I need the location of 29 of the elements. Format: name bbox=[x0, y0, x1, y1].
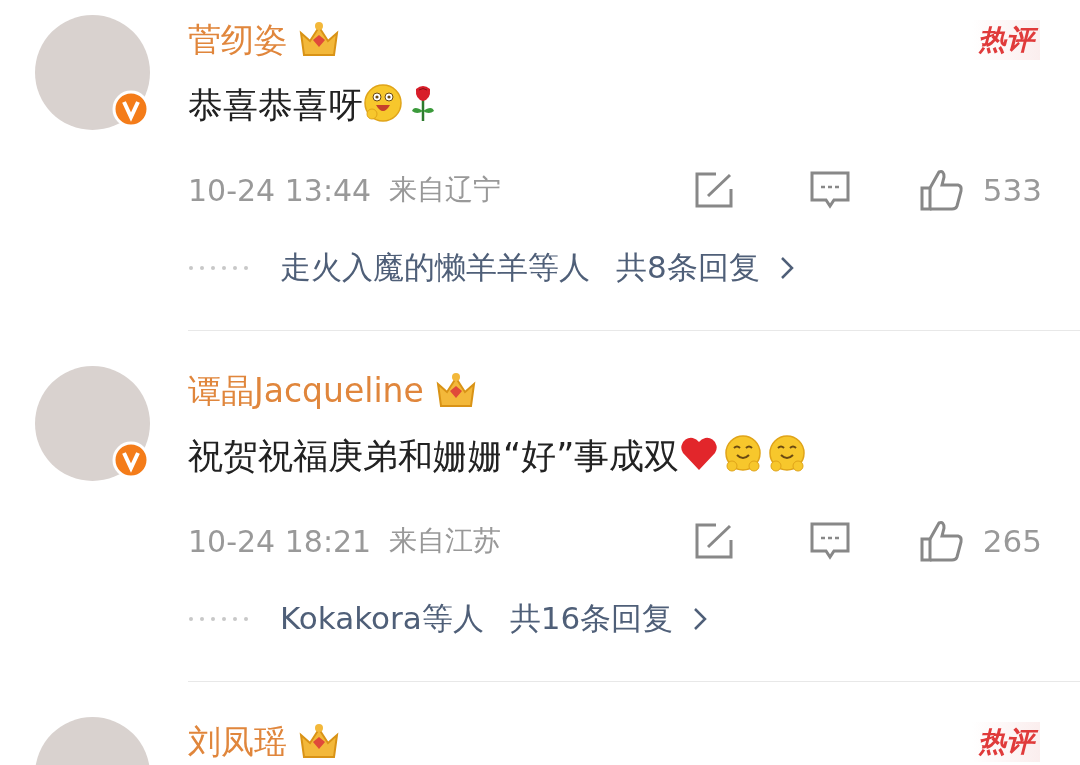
heart-icon bbox=[679, 436, 720, 472]
timestamp: 10-24 18:21 bbox=[188, 523, 372, 559]
ellipsis-icon bbox=[188, 265, 250, 271]
reply-count-link[interactable]: 共16条回复 bbox=[509, 598, 674, 640]
repliers-link[interactable]: 走火入魔的懒羊羊等人 bbox=[280, 247, 590, 289]
grinning-emoji-icon bbox=[363, 83, 403, 123]
comment-text: 恭喜恭喜呀 bbox=[188, 85, 363, 125]
location-text: 来自江苏 bbox=[389, 523, 502, 559]
comment-icon[interactable] bbox=[808, 521, 851, 561]
like-count: 265 bbox=[982, 523, 1042, 559]
like-count: 533 bbox=[982, 172, 1042, 208]
thumbs-up-icon[interactable] bbox=[918, 168, 965, 212]
timestamp: 10-24 13:44 bbox=[188, 172, 372, 208]
repliers-link[interactable]: Kokakora等人 bbox=[280, 598, 484, 640]
thumbs-up-icon[interactable] bbox=[918, 519, 965, 563]
hugging-emoji-icon bbox=[723, 434, 764, 474]
share-icon[interactable] bbox=[693, 171, 734, 209]
crown-icon bbox=[297, 21, 341, 59]
rose-icon bbox=[409, 83, 437, 123]
location-text: 来自辽宁 bbox=[389, 172, 502, 208]
reply-count-link[interactable]: 共8条回复 bbox=[616, 247, 760, 289]
chevron-right-icon[interactable] bbox=[693, 607, 708, 631]
share-icon[interactable] bbox=[693, 522, 734, 560]
comment-text: 祝贺祝福庚弟和姗姗“好”事成双 bbox=[188, 436, 680, 476]
ellipsis-icon bbox=[188, 616, 250, 622]
comment-icon[interactable] bbox=[808, 170, 851, 210]
crown-icon bbox=[297, 723, 341, 761]
chevron-right-icon[interactable] bbox=[779, 256, 794, 280]
hugging-emoji-icon bbox=[767, 434, 808, 474]
